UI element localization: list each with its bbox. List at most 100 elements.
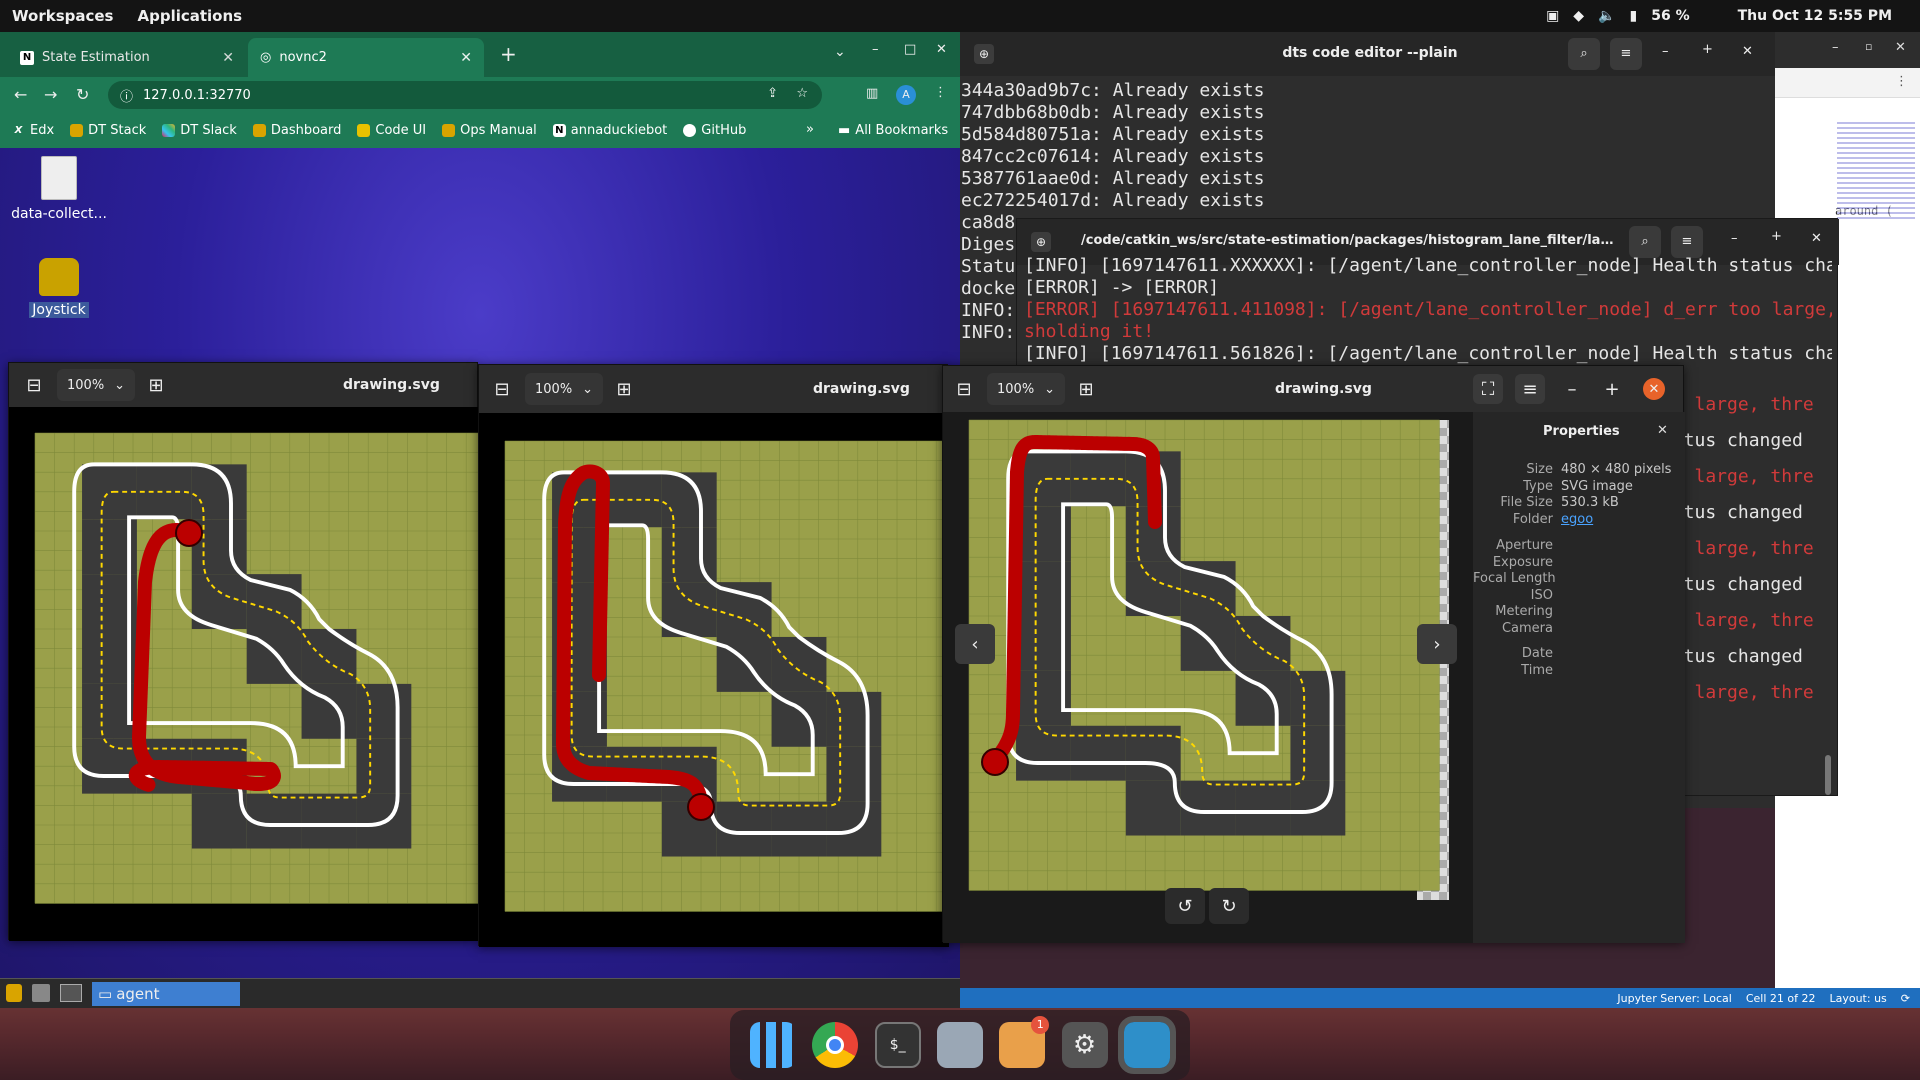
reload-icon[interactable]: ↻	[76, 85, 89, 104]
profile-avatar[interactable]: A	[896, 85, 916, 105]
wifi-icon[interactable]: ◆	[1573, 8, 1584, 24]
zoom-out-icon[interactable]: ⊟	[949, 374, 979, 404]
hamburger-menu-icon[interactable]: ≡	[1515, 374, 1545, 404]
previous-image-button[interactable]: ‹	[955, 624, 995, 664]
screen-icon[interactable]: ▣	[1546, 8, 1559, 24]
minimize-icon[interactable]: –	[1662, 44, 1669, 59]
fullscreen-icon[interactable]: ⛶	[1473, 374, 1503, 404]
next-image-button[interactable]: ›	[1417, 624, 1457, 664]
notification-bell-icon[interactable]: ⟳	[1901, 992, 1910, 1005]
apps-grid-icon[interactable]	[750, 1022, 797, 1068]
maximize-icon[interactable]: □	[904, 42, 916, 57]
minimize-icon[interactable]: –	[1832, 40, 1839, 55]
bookmark-edx[interactable]: X Edx	[12, 123, 55, 138]
maximize-icon[interactable]: ▫	[1865, 40, 1872, 53]
zoom-dropdown[interactable]: 100% ⌄	[987, 373, 1065, 405]
search-icon[interactable]: ⌕	[1629, 226, 1661, 258]
close-icon[interactable]: ✕	[222, 50, 234, 66]
minimize-icon[interactable]: –	[1731, 231, 1738, 246]
terminal-line: 847cc2c07614: Already exists	[961, 146, 1265, 167]
close-icon[interactable]: ✕	[1657, 423, 1668, 438]
bookmark-dt-stack[interactable]: DT Stack	[70, 123, 146, 138]
more-bookmarks-button[interactable]: »	[806, 122, 814, 137]
kebab-menu-icon[interactable]: ⋮	[934, 85, 947, 100]
side-panel-icon[interactable]: ▥	[866, 86, 878, 101]
zoom-dropdown[interactable]: 100% ⌄	[525, 373, 603, 405]
terminal-icon[interactable]	[60, 984, 82, 1002]
bookmark-dt-slack[interactable]: DT Slack	[162, 123, 237, 138]
close-icon[interactable]: ✕	[1811, 231, 1822, 246]
status-cell[interactable]: Cell 21 of 22	[1746, 992, 1816, 1005]
bookmark-code-ui[interactable]: Code UI	[357, 123, 426, 138]
zoom-in-icon[interactable]: ⊞	[1071, 374, 1101, 404]
zoom-out-icon[interactable]: ⊟	[487, 374, 517, 404]
maximize-icon[interactable]: +	[1771, 229, 1782, 244]
hamburger-menu-icon[interactable]: ≡	[1671, 226, 1703, 258]
bookmark-star-icon[interactable]: ☆	[796, 86, 808, 101]
close-icon[interactable]: ✕	[1643, 378, 1665, 400]
viewer-title: drawing.svg	[813, 381, 910, 397]
new-tab-icon[interactable]: ⊕	[974, 44, 994, 64]
minimize-icon[interactable]: –	[872, 42, 879, 57]
close-window-icon[interactable]: ✕	[936, 42, 947, 57]
share-icon[interactable]: ⇪	[767, 86, 778, 101]
status-layout[interactable]: Layout: us	[1829, 992, 1886, 1005]
terminal-icon[interactable]: $_	[874, 1022, 921, 1068]
hamburger-menu-icon[interactable]: ≡	[1610, 38, 1642, 70]
zoom-in-icon[interactable]: ⊞	[141, 370, 171, 400]
rotate-left-button[interactable]: ↺	[1165, 888, 1205, 924]
all-bookmarks-folder[interactable]: ▬ All Bookmarks	[838, 123, 948, 138]
zoom-in-icon[interactable]: ⊞	[609, 374, 639, 404]
chrome-icon[interactable]	[812, 1022, 859, 1068]
close-icon[interactable]: ✕	[1742, 44, 1753, 59]
tab-search-icon[interactable]: ⌄	[834, 44, 846, 60]
search-icon[interactable]: ⌕	[1568, 38, 1600, 70]
settings-icon[interactable]: ⚙	[1061, 1022, 1108, 1068]
maximize-icon[interactable]: +	[1702, 42, 1713, 57]
files-icon[interactable]	[936, 1022, 983, 1068]
duck-icon[interactable]	[6, 984, 22, 1002]
maximize-icon[interactable]: +	[1597, 374, 1627, 404]
image-viewer-window-1[interactable]: ⊟ 100% ⌄ ⊞ drawing.svg	[8, 362, 506, 941]
bookmark-dashboard[interactable]: Dashboard	[252, 123, 341, 138]
scrollbar-thumb[interactable]	[1825, 755, 1831, 795]
forward-icon[interactable]: →	[44, 85, 57, 104]
file-manager-icon[interactable]	[32, 984, 50, 1002]
clock[interactable]: Thu Oct 12 5:55 PM	[1738, 8, 1892, 24]
close-icon[interactable]: ✕	[460, 50, 472, 66]
image-viewer-window-2[interactable]: ⊟ 100% ⌄ ⊞ drawing.svg	[478, 364, 976, 947]
zoom-value: 100%	[67, 377, 105, 393]
jupyter-titlebar: – ▫ ✕	[1775, 32, 1920, 68]
installer-icon[interactable]: 1	[999, 1016, 1050, 1068]
battery-icon[interactable]: ▮	[1630, 8, 1638, 24]
image-viewer-window-3[interactable]: ⊟ 100% ⌄ ⊞ drawing.svg ⛶ ≡ – + ✕ ‹ › ↺ ↻ …	[942, 365, 1685, 943]
tab-state-estimation[interactable]: N State Estimation ✕	[8, 38, 246, 77]
rotate-right-button[interactable]: ↻	[1209, 888, 1249, 924]
desktop-icon-data-collect[interactable]: data-collect...	[4, 156, 114, 222]
new-tab-icon[interactable]: ⊕	[1031, 232, 1051, 252]
image-viewer-icon[interactable]	[1117, 1016, 1176, 1074]
back-icon[interactable]: ←	[14, 85, 27, 104]
minimize-icon[interactable]: –	[1557, 374, 1587, 404]
bookmark-ops-manual[interactable]: Ops Manual	[442, 123, 537, 138]
zoom-out-icon[interactable]: ⊟	[19, 370, 49, 400]
site-info-icon[interactable]: ⓘ	[120, 86, 133, 105]
bookmark-label: All Bookmarks	[855, 123, 949, 138]
bookmark-github[interactable]: GitHub	[683, 123, 746, 138]
zoom-dropdown[interactable]: 100% ⌄	[57, 369, 135, 401]
volume-icon[interactable]: 🔈	[1598, 8, 1615, 24]
status-jupyter-server[interactable]: Jupyter Server: Local	[1617, 992, 1731, 1005]
workspaces-menu[interactable]: Workspaces	[0, 7, 125, 25]
tab-novnc2[interactable]: ◎ novnc2 ✕	[248, 38, 484, 77]
folder-link[interactable]: egoo	[1561, 512, 1593, 527]
applications-menu[interactable]: Applications	[125, 7, 254, 25]
kebab-menu-icon[interactable]: ⋮	[1895, 74, 1908, 89]
bookmark-annaduckiebot[interactable]: Nannaduckiebot	[552, 123, 667, 138]
taskbar-item-agent[interactable]: ▭ agent	[92, 982, 240, 1006]
new-tab-button[interactable]: +	[500, 42, 517, 66]
minimap[interactable]	[1837, 122, 1915, 222]
address-bar[interactable]: ⓘ 127.0.0.1:32770 ⇪ ☆	[108, 81, 822, 109]
close-icon[interactable]: ✕	[1895, 40, 1906, 55]
desktop-icon-joystick[interactable]: Joystick	[4, 258, 114, 318]
code-icon	[357, 124, 371, 137]
